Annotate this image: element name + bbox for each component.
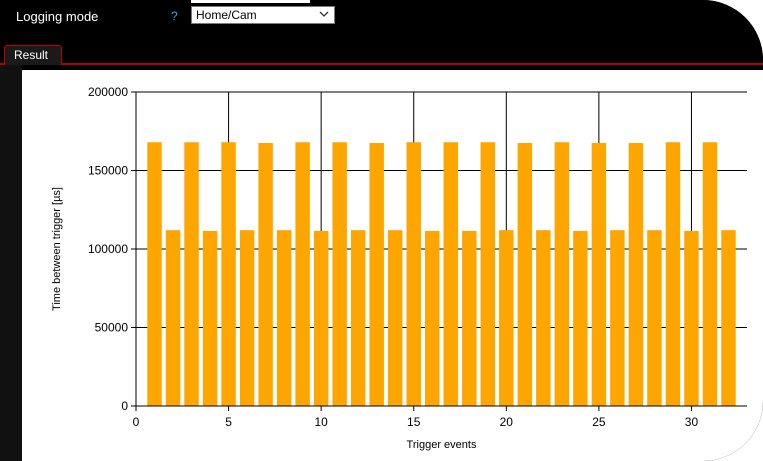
y-tick-label: 200000 [88, 85, 128, 99]
panel-left-edge [0, 65, 22, 461]
bar [554, 142, 570, 406]
top-settings-row: Logging mode ? Home/Cam [0, 0, 763, 36]
chevron-down-icon [319, 11, 329, 17]
bar [202, 230, 218, 406]
x-tick-label: 30 [685, 415, 699, 429]
x-tick-label: 20 [500, 415, 514, 429]
y-tick-label: 50000 [95, 321, 129, 335]
bar [239, 230, 255, 406]
bar [406, 142, 421, 406]
bar [702, 142, 718, 406]
bar [332, 142, 347, 406]
help-icon[interactable]: ? [171, 9, 178, 23]
bar [387, 230, 403, 406]
chart-area: 0 50000 100000 150000 200000 0 5 10 15 20 25 30 Tri… [22, 70, 763, 461]
panel-border [0, 63, 763, 65]
bar [313, 230, 329, 406]
bar [684, 230, 699, 406]
bar [573, 230, 588, 406]
bar-chart: 0 50000 100000 150000 200000 0 5 10 15 20 25 30 Tri… [51, 85, 747, 451]
bar [221, 142, 236, 406]
bar [665, 142, 681, 406]
upper-field-edge [191, 0, 310, 3]
bar [295, 142, 310, 406]
x-tick-label: 5 [225, 415, 232, 429]
bar [536, 230, 551, 406]
tab-result[interactable]: Result [4, 45, 62, 65]
bar [517, 143, 533, 406]
bar [610, 230, 625, 406]
logging-mode-select[interactable]: Home/Cam [191, 6, 335, 24]
bar [499, 230, 514, 406]
bar [591, 143, 607, 406]
tab-result-label: Result [14, 48, 49, 62]
bar [628, 143, 644, 406]
bar [462, 230, 477, 406]
y-axis-label: Time between trigger [µs] [51, 187, 63, 311]
y-tick-label: 0 [121, 399, 128, 413]
x-axis-label: Trigger events [407, 439, 477, 451]
y-tick-label: 100000 [88, 242, 128, 256]
logging-mode-label: Logging mode [16, 9, 99, 24]
bar [276, 230, 292, 406]
x-tick-label: 25 [592, 415, 606, 429]
x-tick-label: 15 [407, 415, 421, 429]
app-window: Logging mode ? Home/Cam Result 0 50000 100… [0, 0, 763, 461]
y-tick-label: 150000 [88, 164, 128, 178]
bar [647, 230, 662, 406]
x-tick-label: 10 [314, 415, 328, 429]
bar [147, 142, 162, 406]
bar [369, 143, 384, 406]
bar [184, 142, 199, 406]
x-tick-label: 0 [133, 415, 140, 429]
chart-bars [147, 142, 736, 406]
bar [480, 142, 496, 406]
bar [350, 230, 366, 406]
logging-mode-value: Home/Cam [196, 8, 257, 22]
bar [443, 142, 458, 406]
bar [425, 230, 440, 406]
bar [258, 143, 273, 406]
bar [165, 230, 181, 406]
bar [721, 230, 736, 406]
